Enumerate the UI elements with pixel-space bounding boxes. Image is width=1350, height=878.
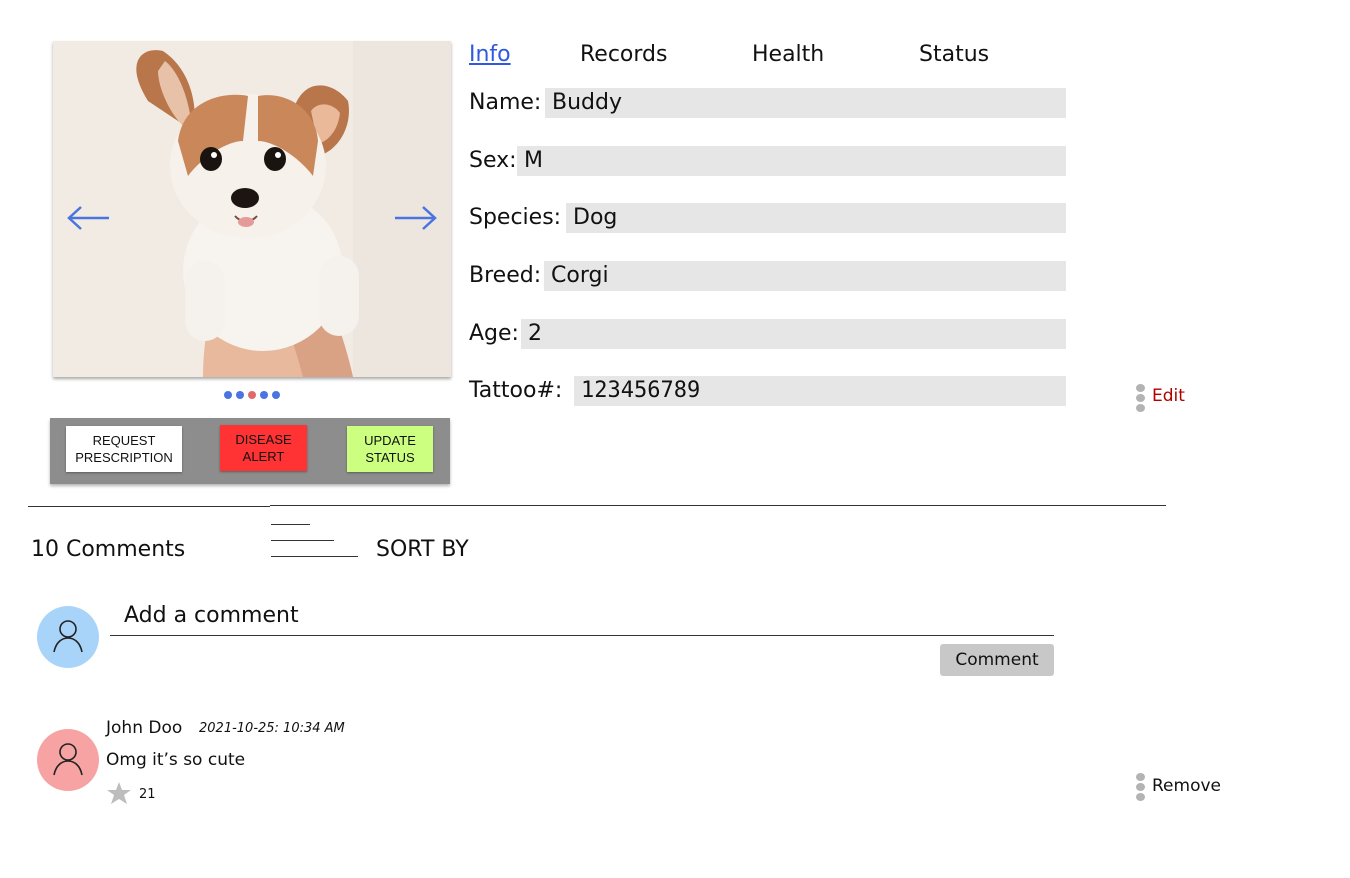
carousel-dots	[224, 390, 300, 400]
comment-kebab-icon[interactable]	[1135, 773, 1145, 801]
sort-icon[interactable]	[271, 524, 361, 560]
comments-count: 10 Comments	[31, 537, 186, 562]
carousel-dot-active[interactable]	[248, 391, 256, 399]
comment-timestamp: 2021-10-25: 10:34 AM	[199, 721, 345, 736]
comment-input-underline	[110, 635, 1054, 636]
breed-field[interactable]: Corgi	[544, 261, 1066, 291]
carousel-prev-arrow-icon[interactable]	[63, 195, 113, 241]
disease-alert-button[interactable]: DISEASE ALERT	[220, 425, 307, 471]
age-label: Age:	[469, 321, 519, 346]
species-label: Species:	[469, 205, 562, 230]
tab-status[interactable]: Status	[919, 40, 989, 70]
comment-author: John Doo	[106, 718, 183, 738]
carousel-next-arrow-icon[interactable]	[391, 195, 441, 241]
carousel-dot[interactable]	[224, 391, 232, 399]
comment-author-avatar	[37, 729, 99, 791]
tattoo-label: Tattoo#:	[469, 378, 563, 403]
sex-label: Sex:	[469, 148, 517, 173]
sort-by-label[interactable]: SORT BY	[376, 535, 469, 565]
name-label: Name:	[469, 90, 542, 115]
carousel-dot[interactable]	[272, 391, 280, 399]
tab-records[interactable]: Records	[580, 40, 667, 70]
star-count: 21	[139, 787, 156, 802]
section-divider	[270, 505, 1166, 506]
comment-submit-button[interactable]: Comment	[940, 644, 1054, 676]
edit-kebab-icon[interactable]	[1135, 384, 1145, 412]
carousel-dot[interactable]	[260, 391, 268, 399]
add-comment-input[interactable]: Add a comment	[124, 601, 299, 631]
star-icon[interactable]	[106, 781, 132, 805]
sex-field[interactable]: M	[517, 146, 1066, 176]
user-icon	[53, 743, 83, 776]
user-icon	[53, 620, 83, 653]
remove-comment-link[interactable]: Remove	[1152, 775, 1221, 797]
breed-label: Breed:	[469, 263, 542, 288]
comment-text: Omg it’s so cute	[106, 750, 246, 770]
species-field[interactable]: Dog	[566, 203, 1066, 233]
tab-info[interactable]: Info	[469, 40, 511, 70]
name-field[interactable]: Buddy	[545, 88, 1066, 118]
edit-link[interactable]: Edit	[1152, 385, 1185, 407]
tab-health[interactable]: Health	[752, 40, 824, 70]
update-status-button[interactable]: UPDATE STATUS	[347, 426, 433, 472]
tattoo-field[interactable]: 123456789	[574, 376, 1066, 406]
age-field[interactable]: 2	[521, 319, 1066, 349]
section-divider-left	[28, 506, 270, 507]
request-prescription-button[interactable]: REQUEST PRESCRIPTION	[66, 426, 182, 472]
current-user-avatar	[37, 606, 99, 668]
carousel-dot[interactable]	[236, 391, 244, 399]
action-bar: REQUEST PRESCRIPTION DISEASE ALERT UPDAT…	[50, 418, 450, 484]
